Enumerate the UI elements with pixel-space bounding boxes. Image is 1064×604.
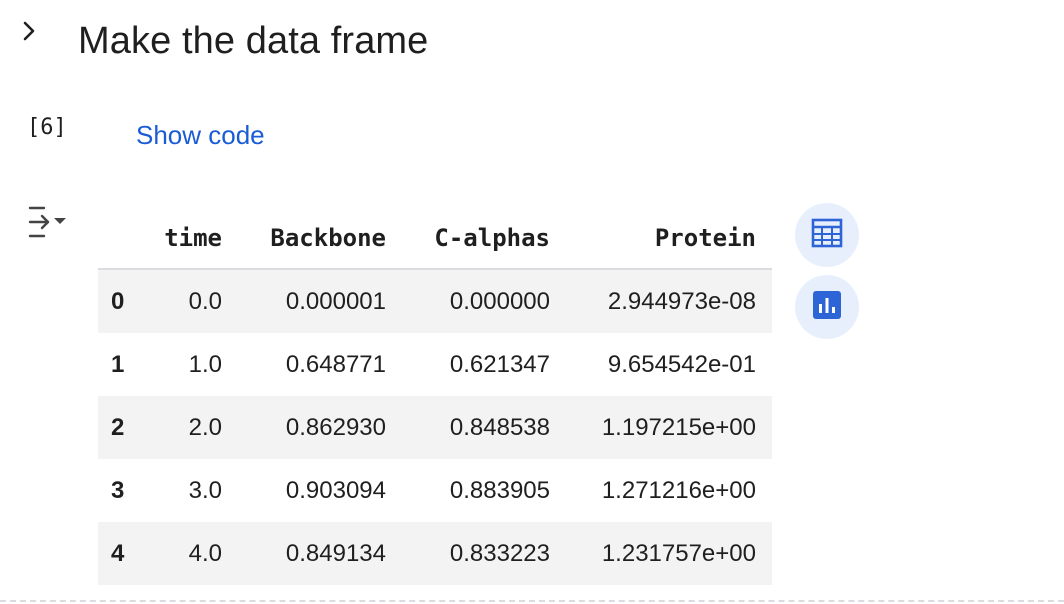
- cell-backbone: 0.862930: [285, 413, 386, 441]
- cell-time: 3.0: [188, 476, 222, 504]
- cell-time: 0.0: [188, 287, 222, 315]
- interactive-table-button[interactable]: [795, 203, 859, 267]
- table-row: 4 4.0 0.849134 0.833223 1.231757e+00: [98, 522, 772, 585]
- cell-time: 2.0: [188, 413, 222, 441]
- row-index: 3: [111, 476, 125, 504]
- cell-protein: 1.197215e+00: [601, 413, 756, 441]
- table-row: 3 3.0 0.903094 0.883905 1.271216e+00: [98, 459, 772, 522]
- cell-protein: 2.944973e-08: [607, 287, 756, 315]
- cell-protein: 1.231757e+00: [601, 539, 756, 567]
- column-header-calphas: C-alphas: [386, 205, 550, 270]
- row-index: 0: [111, 287, 125, 315]
- table-header-row: time Backbone C-alphas Protein: [98, 205, 772, 270]
- cell-calphas: 0.621347: [449, 350, 550, 378]
- column-header-protein: Protein: [550, 205, 772, 270]
- cell-protein: 1.271216e+00: [601, 476, 756, 504]
- index-header: [98, 205, 158, 270]
- notebook-page: Make the data frame [6] Show code time B…: [0, 0, 1064, 604]
- chevron-right-icon[interactable]: [12, 14, 46, 48]
- row-index: 1: [111, 350, 125, 378]
- show-code-link[interactable]: Show code: [136, 119, 265, 151]
- cell-backbone: 0.000001: [285, 287, 386, 315]
- cell-calphas: 0.000000: [449, 287, 550, 315]
- cell-divider: [0, 600, 1064, 602]
- dataframe-output: time Backbone C-alphas Protein 0 0.0 0.0…: [98, 205, 772, 585]
- cell-calphas: 0.833223: [449, 539, 550, 567]
- suggest-chart-icon: [810, 288, 844, 327]
- execution-count: [6]: [27, 115, 67, 140]
- cell-calphas: 0.883905: [449, 476, 550, 504]
- suggest-chart-button[interactable]: [795, 275, 859, 339]
- cell-protein: 9.654542e-01: [607, 350, 756, 378]
- output-toggle-icon[interactable]: [24, 202, 76, 242]
- dataframe-table: time Backbone C-alphas Protein 0 0.0 0.0…: [98, 205, 772, 585]
- table-row: 0 0.0 0.000001 0.000000 2.944973e-08: [98, 269, 772, 333]
- row-index: 2: [111, 413, 125, 441]
- cell-backbone: 0.903094: [285, 476, 386, 504]
- cell-calphas: 0.848538: [449, 413, 550, 441]
- cell-time: 1.0: [188, 350, 222, 378]
- cell-time: 4.0: [188, 539, 222, 567]
- table-row: 1 1.0 0.648771 0.621347 9.654542e-01: [98, 333, 772, 396]
- cell-backbone: 0.648771: [285, 350, 386, 378]
- row-index: 4: [111, 539, 125, 567]
- interactive-table-icon: [810, 216, 844, 255]
- column-header-backbone: Backbone: [222, 205, 386, 270]
- table-row: 2 2.0 0.862930 0.848538 1.197215e+00: [98, 396, 772, 459]
- section-title: Make the data frame: [78, 20, 429, 62]
- column-header-time: time: [158, 205, 222, 270]
- cell-backbone: 0.849134: [285, 539, 386, 567]
